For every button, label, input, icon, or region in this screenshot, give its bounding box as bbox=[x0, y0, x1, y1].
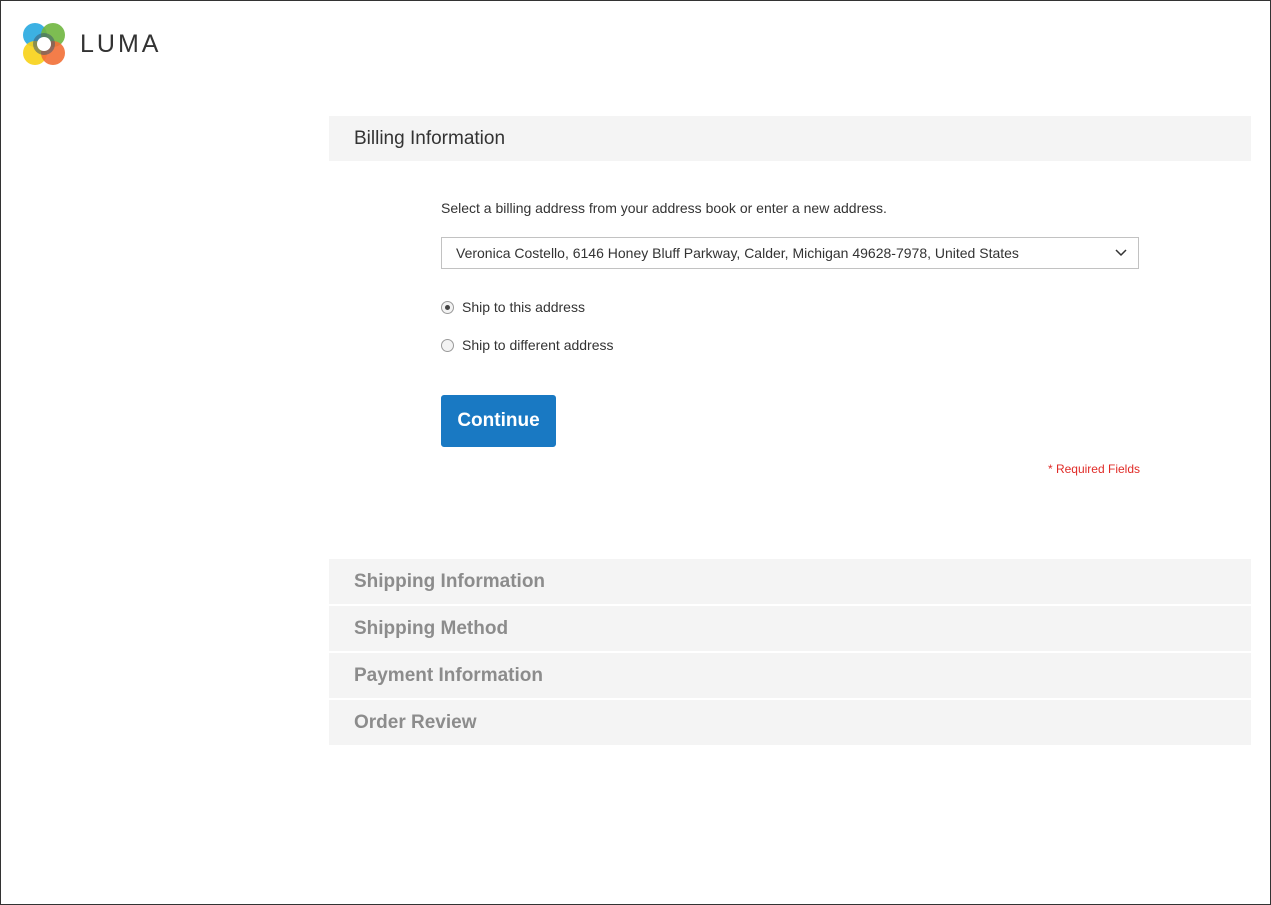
billing-address-selected: Veronica Costello, 6146 Honey Bluff Park… bbox=[456, 245, 1019, 261]
luma-logo-icon bbox=[23, 23, 65, 65]
step-billing-information: Billing Information bbox=[329, 116, 1251, 161]
radio-ship-to-this-address[interactable]: Ship to this address bbox=[441, 299, 1140, 315]
radio-button-unchecked[interactable] bbox=[441, 338, 454, 352]
step-title-label: Payment Information bbox=[354, 664, 543, 686]
luma-logo[interactable]: LUMA bbox=[22, 22, 161, 66]
radio-ship-to-different-address[interactable]: Ship to different address bbox=[441, 337, 1140, 353]
step-title-label: Shipping Information bbox=[354, 570, 546, 592]
radio-button-checked[interactable] bbox=[441, 300, 454, 314]
required-fields-note: * Required Fields bbox=[1047, 462, 1140, 476]
step-title-label: Shipping Method bbox=[354, 617, 509, 639]
step-title-label: Order Review bbox=[354, 711, 477, 733]
billing-address-select[interactable]: Veronica Costello, 6146 Honey Bluff Park… bbox=[441, 237, 1139, 269]
step-title-label: Billing Information bbox=[354, 127, 506, 149]
step-shipping-information[interactable]: Shipping Information bbox=[329, 559, 1251, 604]
page-frame: LUMA Billing Information Select a billin… bbox=[0, 0, 1271, 905]
radio-label: Ship to different address bbox=[462, 337, 614, 353]
step-order-review[interactable]: Order Review bbox=[329, 700, 1251, 745]
continue-button[interactable]: Continue bbox=[441, 395, 556, 447]
step-payment-information[interactable]: Payment Information bbox=[329, 653, 1251, 698]
chevron-down-icon bbox=[1114, 246, 1128, 260]
billing-intro: Select a billing address from your addre… bbox=[441, 200, 887, 216]
billing-content: Select a billing address from your addre… bbox=[441, 197, 1140, 476]
brand-name: LUMA bbox=[80, 29, 162, 58]
radio-label: Ship to this address bbox=[462, 299, 585, 315]
step-shipping-method[interactable]: Shipping Method bbox=[329, 606, 1251, 651]
